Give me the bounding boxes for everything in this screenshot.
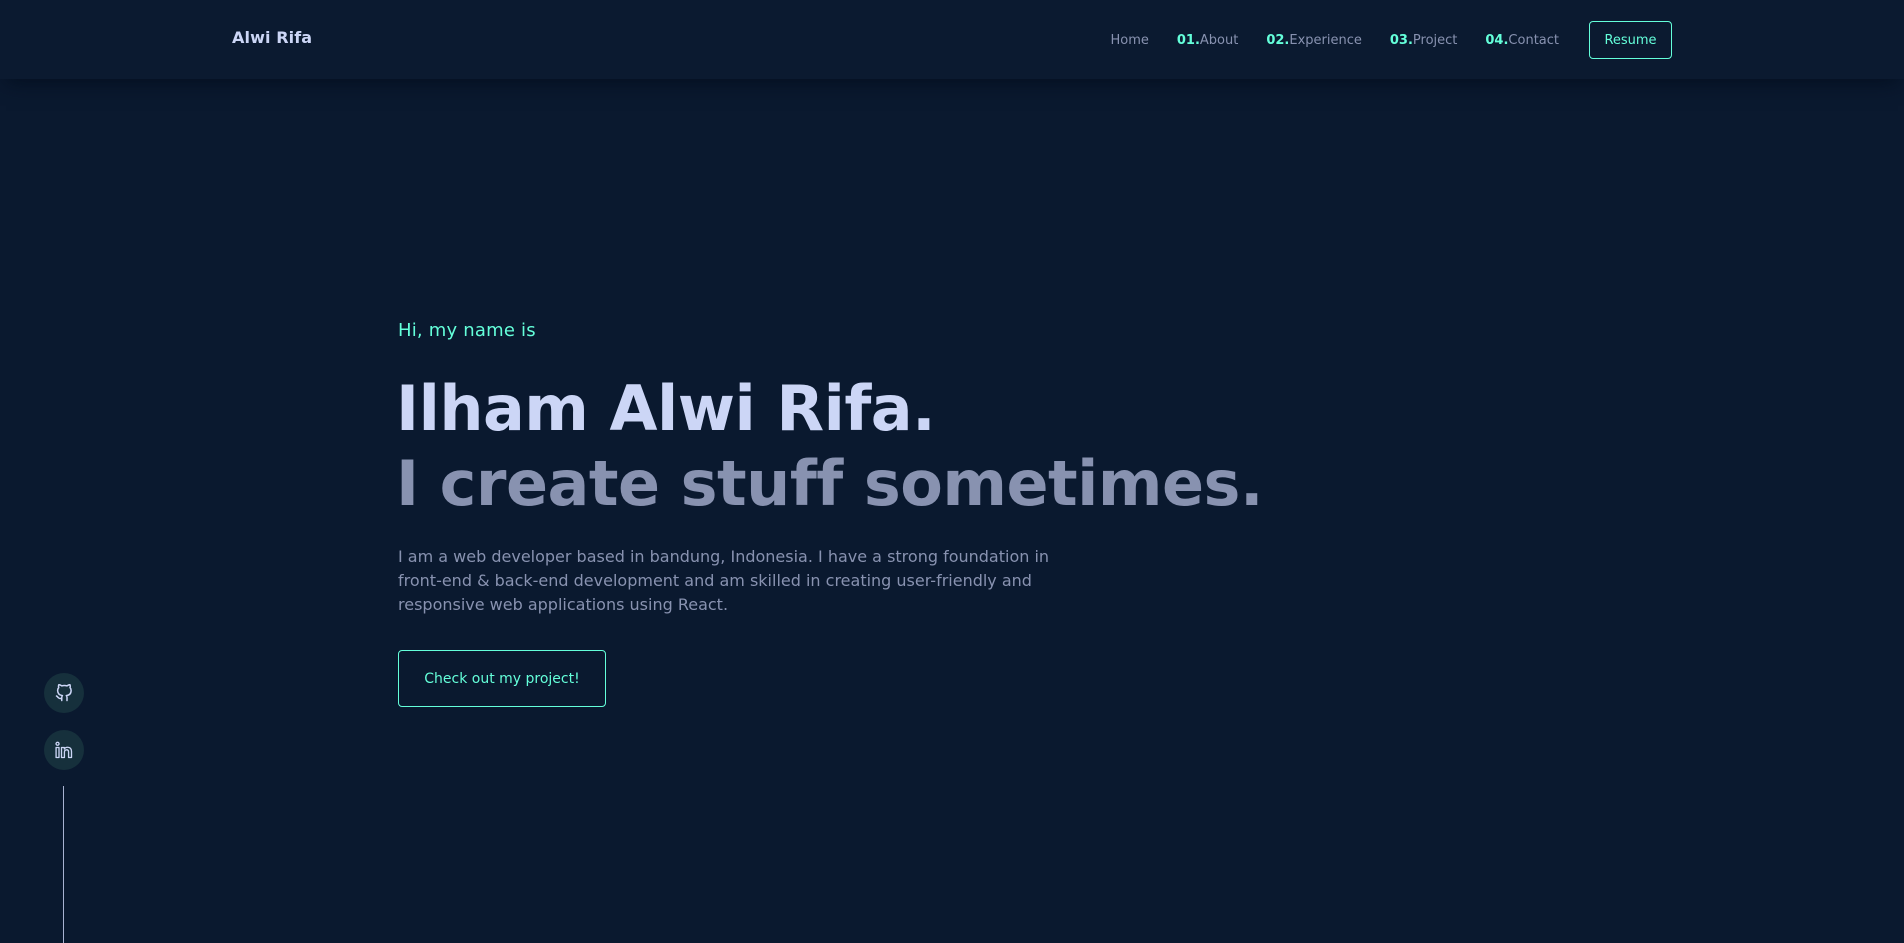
social-divider-line: [63, 786, 64, 943]
brand-logo-link[interactable]: Alwi Rifa: [232, 28, 312, 47]
check-out-project-button[interactable]: Check out my project!: [398, 650, 606, 707]
nav-links: Home 01.About 02.Experience 03.Project 0…: [1110, 31, 1559, 49]
nav-link-number: 01.: [1176, 32, 1200, 48]
resume-button[interactable]: Resume: [1589, 21, 1672, 59]
linkedin-link[interactable]: [44, 730, 84, 770]
nav-link-label: Contact: [1508, 32, 1559, 48]
nav-link-number: 04.: [1485, 32, 1509, 48]
hero-tagline: I create stuff sometimes.: [396, 447, 1264, 520]
nav-link-experience[interactable]: 02.Experience: [1266, 33, 1362, 48]
nav-link-label: About: [1199, 32, 1239, 48]
linkedin-icon: [55, 741, 73, 759]
nav-link-label: Experience: [1289, 32, 1362, 48]
nav-link-about[interactable]: 01.About: [1177, 33, 1238, 48]
nav-link-label: Project: [1412, 32, 1458, 48]
hero-name: Ilham Alwi Rifa.: [396, 372, 936, 445]
nav-link-project[interactable]: 03.Project: [1390, 33, 1458, 48]
social-links: [44, 673, 84, 787]
nav-link-contact[interactable]: 04.Contact: [1485, 33, 1559, 48]
github-link[interactable]: [44, 673, 84, 713]
navbar: Alwi Rifa Home 01.About 02.Experience 03…: [0, 0, 1904, 79]
nav-link-label: Home: [1110, 32, 1149, 48]
nav-link-number: 03.: [1389, 32, 1413, 48]
nav-link-number: 02.: [1266, 32, 1290, 48]
github-icon: [55, 684, 72, 702]
hero-greeting: Hi, my name is: [398, 320, 536, 341]
nav-link-home[interactable]: Home: [1110, 33, 1148, 48]
hero-description: I am a web developer based in bandung, I…: [398, 547, 1050, 614]
